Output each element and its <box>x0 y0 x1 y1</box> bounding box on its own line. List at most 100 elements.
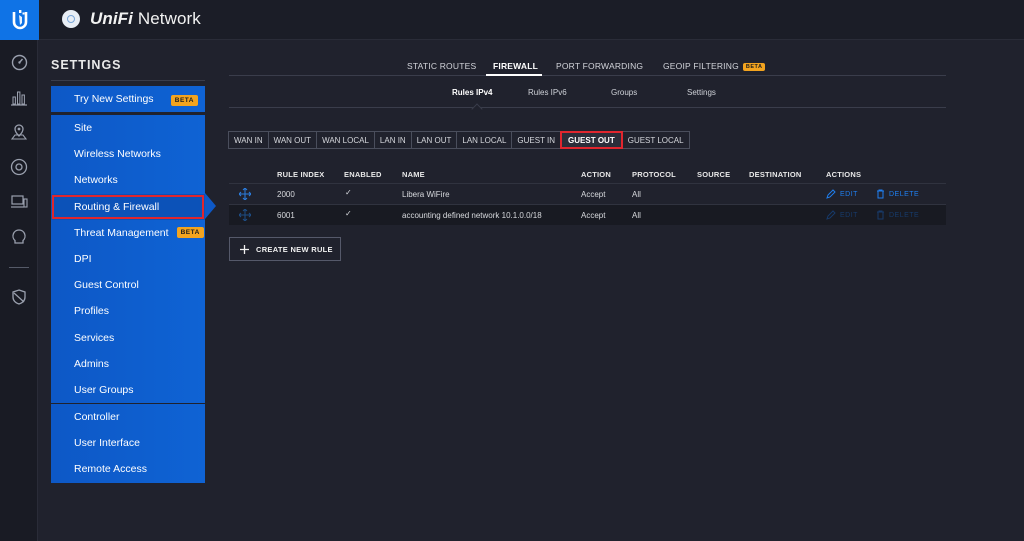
sidebar-item-label: Routing & Firewall <box>74 200 160 213</box>
rules-table: RULE INDEX ENABLED NAME ACTION PROTOCOL … <box>229 168 946 225</box>
dashboard-icon[interactable] <box>9 52 29 72</box>
beta-badge: BETA <box>170 95 198 106</box>
sidebar-main-group: Site Wireless Networks Networks Routing … <box>51 115 205 404</box>
shield-icon[interactable] <box>9 287 29 307</box>
rule-protocol: All <box>632 211 641 220</box>
drag-handle-icon[interactable] <box>238 187 252 202</box>
rule-protocol: All <box>632 190 641 199</box>
sidebar-item-label: Services <box>74 331 115 344</box>
sidebar-item-controller[interactable]: Controller <box>51 404 205 430</box>
column-header-protocol[interactable]: PROTOCOL <box>632 170 676 179</box>
routing-tabs: STATIC ROUTES FIREWALL PORT FORWARDING G… <box>229 54 946 76</box>
tab-geoip-filtering[interactable]: GEOIP FILTERING BETA <box>663 61 766 71</box>
sidebar-item-wireless-networks[interactable]: Wireless Networks <box>51 141 205 167</box>
edit-button[interactable]: EDIT <box>826 210 858 220</box>
chain-guest-local[interactable]: GUEST LOCAL <box>621 131 690 149</box>
trash-icon <box>877 189 884 199</box>
column-header-action[interactable]: ACTION <box>581 170 611 179</box>
create-new-rule-label: CREATE NEW RULE <box>256 244 333 254</box>
create-new-rule-button[interactable]: CREATE NEW RULE <box>229 237 341 261</box>
sidebar-item-threat-management[interactable]: Threat Management BETA <box>51 220 205 246</box>
rule-index: 6001 <box>277 211 295 220</box>
subtab-rules-ipv6[interactable]: Rules IPv6 <box>528 88 567 97</box>
chain-lan-in[interactable]: LAN IN <box>373 131 412 149</box>
sidebar-item-networks[interactable]: Networks <box>51 167 205 193</box>
rule-action: Accept <box>581 211 606 220</box>
sidebar-item-profiles[interactable]: Profiles <box>51 298 205 324</box>
sidebar-item-remote-access[interactable]: Remote Access <box>51 456 205 482</box>
tab-port-forwarding[interactable]: PORT FORWARDING <box>556 61 643 71</box>
table-row[interactable]: 6001 ✓ accounting defined network 10.1.0… <box>229 204 946 225</box>
chain-lan-local[interactable]: LAN LOCAL <box>456 131 513 149</box>
sidebar-item-site[interactable]: Site <box>51 115 205 141</box>
sidebar-item-label: Controller <box>74 411 120 424</box>
active-subtab-notch <box>471 103 483 115</box>
enabled-check-icon: ✓ <box>345 188 352 197</box>
table-row[interactable]: 2000 ✓ Libera WiFire Accept All EDIT DEL… <box>229 183 946 204</box>
chain-wan-local[interactable]: WAN LOCAL <box>316 131 375 149</box>
active-item-pointer <box>205 193 216 219</box>
column-header-enabled[interactable]: ENABLED <box>344 170 382 179</box>
insights-icon[interactable] <box>9 227 29 247</box>
icon-rail <box>0 40 38 541</box>
sidebar-item-guest-control[interactable]: Guest Control <box>51 272 205 298</box>
tab-active-underline <box>486 74 542 76</box>
sidebar-item-label: Profiles <box>74 305 110 318</box>
table-header: RULE INDEX ENABLED NAME ACTION PROTOCOL … <box>229 168 946 183</box>
sidebar-item-label: Networks <box>74 174 118 187</box>
rule-action: Accept <box>581 190 606 199</box>
statistics-icon[interactable] <box>9 87 29 107</box>
firewall-subtabs: Rules IPv4 Rules IPv6 Groups Settings <box>229 82 946 115</box>
sidebar-item-label: User Groups <box>74 383 134 396</box>
unifi-logo-icon <box>12 10 27 30</box>
chain-wan-out[interactable]: WAN OUT <box>267 131 318 149</box>
tab-static-routes[interactable]: STATIC ROUTES <box>407 61 476 71</box>
rail-divider <box>9 267 29 268</box>
enabled-check-icon: ✓ <box>345 209 352 218</box>
column-header-rule-index[interactable]: RULE INDEX <box>277 170 324 179</box>
column-header-source[interactable]: SOURCE <box>697 170 730 179</box>
clients-icon[interactable] <box>9 192 29 212</box>
chain-guest-in[interactable]: GUEST IN <box>511 131 562 149</box>
try-new-settings-group: Try New Settings BETA <box>51 86 205 113</box>
sidebar-item-label: Guest Control <box>74 279 139 292</box>
tab-label: GEOIP FILTERING <box>663 61 739 71</box>
devices-icon[interactable] <box>9 157 29 177</box>
tab-firewall[interactable]: FIREWALL <box>493 61 538 71</box>
delete-button[interactable]: DELETE <box>876 210 919 220</box>
sidebar-item-label: Threat Management <box>74 226 169 239</box>
rule-name: Libera WiFire <box>402 190 450 199</box>
sidebar-item-admins[interactable]: Admins <box>51 351 205 377</box>
column-header-actions: ACTIONS <box>826 170 862 179</box>
sidebar-item-user-groups[interactable]: User Groups <box>51 377 205 403</box>
sidebar-item-label: Remote Access <box>74 463 147 476</box>
subtab-settings[interactable]: Settings <box>687 88 716 97</box>
drag-handle-icon[interactable] <box>238 208 252 223</box>
sidebar-item-label: Wireless Networks <box>74 148 161 161</box>
subtab-rules-ipv4[interactable]: Rules IPv4 <box>452 88 492 97</box>
trash-icon <box>877 210 884 220</box>
sidebar-item-try-new-settings[interactable]: Try New Settings BETA <box>51 86 205 112</box>
sidebar-item-user-interface[interactable]: User Interface <box>51 430 205 456</box>
sidebar-item-dpi[interactable]: DPI <box>51 246 205 272</box>
settings-title: SETTINGS <box>51 58 122 72</box>
subtab-groups[interactable]: Groups <box>611 88 637 97</box>
chain-guest-out[interactable]: GUEST OUT <box>560 131 623 149</box>
map-icon[interactable] <box>9 122 29 142</box>
column-header-name[interactable]: NAME <box>402 170 425 179</box>
edit-button[interactable]: EDIT <box>826 189 858 199</box>
unifi-home-button[interactable] <box>0 0 39 40</box>
sidebar-item-label: User Interface <box>74 437 140 450</box>
beta-badge: BETA <box>742 63 766 71</box>
sidebar-bottom-group: Controller User Interface Remote Access <box>51 404 205 483</box>
column-header-destination[interactable]: DESTINATION <box>749 170 801 179</box>
sidebar-item-label: Admins <box>74 357 110 370</box>
settings-divider <box>51 80 205 81</box>
rule-index: 2000 <box>277 190 295 199</box>
delete-button[interactable]: DELETE <box>876 189 919 199</box>
sidebar-item-services[interactable]: Services <box>51 325 205 351</box>
sidebar-item-routing-firewall[interactable]: Routing & Firewall <box>51 193 205 220</box>
chain-wan-in[interactable]: WAN IN <box>228 131 269 149</box>
pencil-icon <box>826 210 836 220</box>
chain-lan-out[interactable]: LAN OUT <box>410 131 458 149</box>
